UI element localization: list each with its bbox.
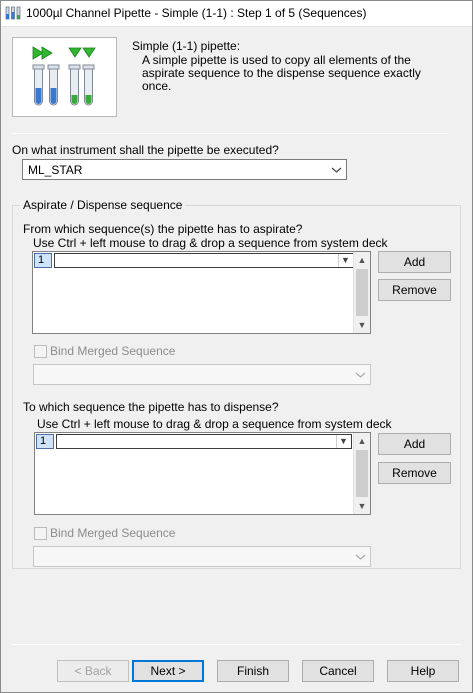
dispense-sequence-cell[interactable]: ▼ — [56, 434, 352, 449]
scroll-up-icon[interactable]: ▲ — [354, 252, 370, 268]
scrollbar-thumb[interactable] — [356, 269, 368, 316]
checkbox-box[interactable] — [34, 527, 47, 540]
checkbox-box[interactable] — [34, 345, 47, 358]
aspirate-add-button[interactable]: Add — [378, 251, 451, 273]
dispense-grid-scrollbar[interactable]: ▲ ▼ — [353, 433, 370, 514]
sequence-group-label: Aspirate / Dispense sequence — [20, 198, 186, 212]
dispense-hint: Use Ctrl + left mouse to drag & drop a s… — [37, 417, 392, 431]
aspirate-bind-merged-label: Bind Merged Sequence — [50, 344, 176, 358]
window-title: 1000µl Channel Pipette - Simple (1-1) : … — [26, 6, 367, 20]
aspirate-row-number: 1 — [34, 253, 52, 268]
dispense-row-number: 1 — [36, 434, 54, 449]
footer-separator — [12, 644, 461, 645]
instrument-select[interactable]: ML_STAR — [22, 159, 347, 180]
aspirate-question: From which sequence(s) the pipette has t… — [23, 222, 303, 236]
aspirate-grid-scrollbar[interactable]: ▲ ▼ — [353, 252, 370, 333]
aspirate-sequence-grid[interactable]: 1 ▼ ▲ ▼ — [32, 251, 371, 334]
dispense-merged-select[interactable] — [33, 546, 371, 567]
aspirate-hint: Use Ctrl + left mouse to drag & drop a s… — [33, 236, 388, 250]
dispense-bind-merged-label: Bind Merged Sequence — [50, 526, 176, 540]
scroll-up-icon[interactable]: ▲ — [354, 433, 370, 449]
header-separator — [12, 133, 448, 134]
aspirate-merged-select[interactable] — [33, 364, 371, 385]
aspirate-remove-button[interactable]: Remove — [378, 279, 451, 301]
intro-description: A simple pipette is used to copy all ele… — [142, 53, 421, 93]
help-button[interactable]: Help — [387, 660, 459, 682]
next-button[interactable]: Next > — [132, 660, 204, 682]
dispense-bind-merged-checkbox[interactable]: Bind Merged Sequence — [34, 526, 234, 542]
back-button[interactable]: < Back — [57, 660, 129, 682]
chevron-down-icon — [331, 167, 342, 173]
scrollbar-thumb[interactable] — [356, 450, 368, 497]
dispense-sequence-grid[interactable]: 1 ▼ ▲ ▼ — [34, 432, 371, 515]
aspirate-sequence-cell[interactable]: ▼ — [54, 253, 354, 268]
dispense-add-button[interactable]: Add — [378, 433, 451, 455]
scroll-down-icon[interactable]: ▼ — [354, 498, 370, 514]
pipette-tubes-illustration-icon — [32, 46, 96, 106]
cancel-button[interactable]: Cancel — [302, 660, 374, 682]
intro-title: Simple (1-1) pipette: — [132, 39, 241, 53]
title-bar: 1000µl Channel Pipette - Simple (1-1) : … — [0, 0, 473, 27]
pipette-tubes-icon — [5, 6, 21, 20]
dispense-question: To which sequence the pipette has to dis… — [23, 400, 279, 414]
instrument-select-value: ML_STAR — [28, 163, 83, 177]
chevron-down-icon — [355, 554, 366, 560]
chevron-down-icon[interactable]: ▼ — [338, 254, 352, 267]
chevron-down-icon[interactable]: ▼ — [336, 435, 350, 448]
aspirate-bind-merged-checkbox[interactable]: Bind Merged Sequence — [34, 344, 234, 360]
scroll-down-icon[interactable]: ▼ — [354, 317, 370, 333]
chevron-down-icon — [355, 372, 366, 378]
pipette-illustration — [12, 37, 117, 117]
finish-button[interactable]: Finish — [217, 660, 289, 682]
dispense-remove-button[interactable]: Remove — [378, 462, 451, 484]
instrument-question: On what instrument shall the pipette be … — [12, 143, 279, 157]
